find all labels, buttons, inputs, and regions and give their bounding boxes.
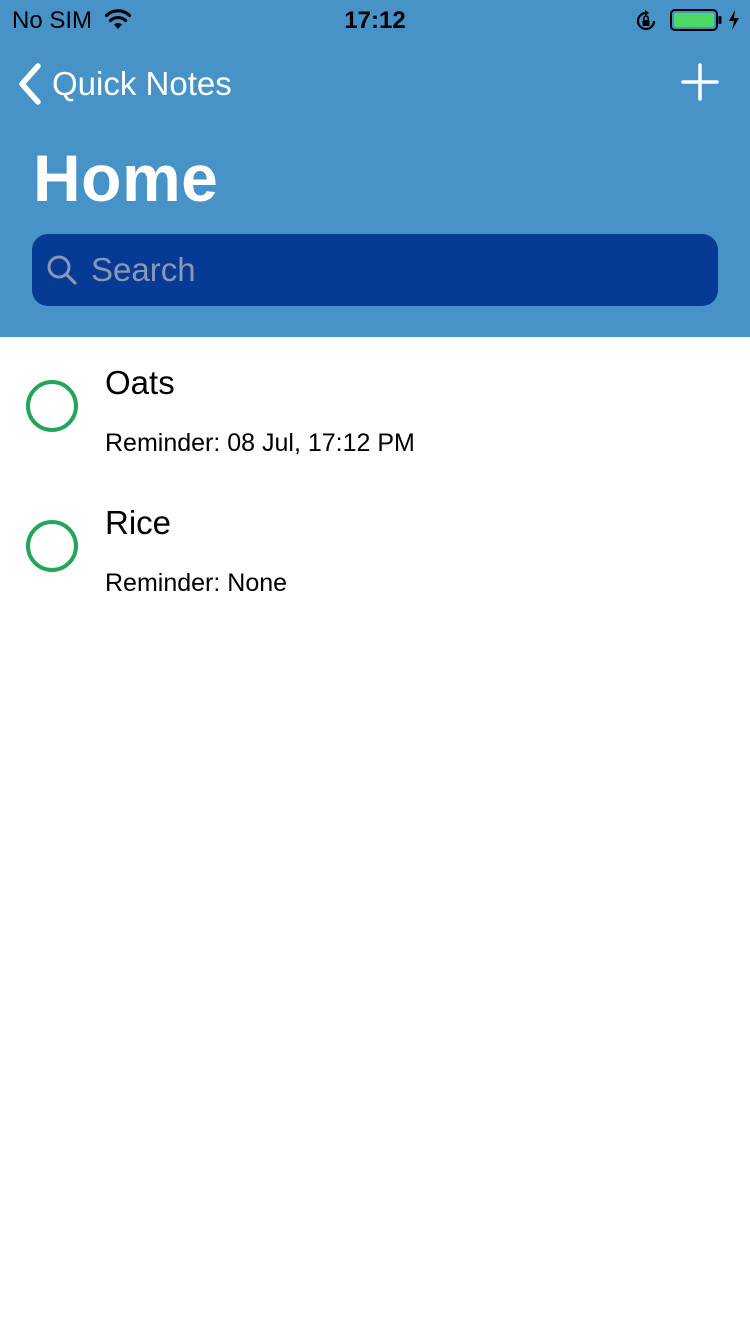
status-bar: No SIM 17:12 — [0, 0, 750, 40]
back-button[interactable]: Quick Notes — [16, 60, 232, 108]
plus-icon[interactable] — [680, 62, 720, 102]
note-reminder: Reminder: 08 Jul, 17:12 PM — [105, 429, 415, 457]
header: No SIM 17:12 Quick Notes Home Search — [0, 0, 750, 337]
search-bar[interactable] — [32, 234, 718, 306]
note-reminder: Reminder: None — [105, 569, 288, 597]
charging-icon — [729, 10, 739, 30]
page-title: Home — [33, 141, 219, 215]
back-button-label: Quick Notes — [52, 65, 232, 102]
orientation-lock-icon — [636, 10, 656, 31]
complete-circle-icon[interactable] — [26, 520, 78, 572]
list-item[interactable]: Oats Reminder: 08 Jul, 17:12 PM — [0, 337, 750, 477]
complete-circle-icon[interactable] — [26, 380, 78, 432]
battery-icon — [670, 9, 722, 31]
notes-list: Oats Reminder: 08 Jul, 17:12 PM Rice Rem… — [0, 337, 750, 617]
search-input[interactable] — [91, 234, 718, 306]
note-title: Rice — [105, 504, 172, 541]
search-icon — [47, 255, 77, 285]
chevron-left-icon — [19, 63, 41, 105]
note-title: Oats — [105, 364, 175, 401]
list-item[interactable]: Rice Reminder: None — [0, 477, 750, 617]
